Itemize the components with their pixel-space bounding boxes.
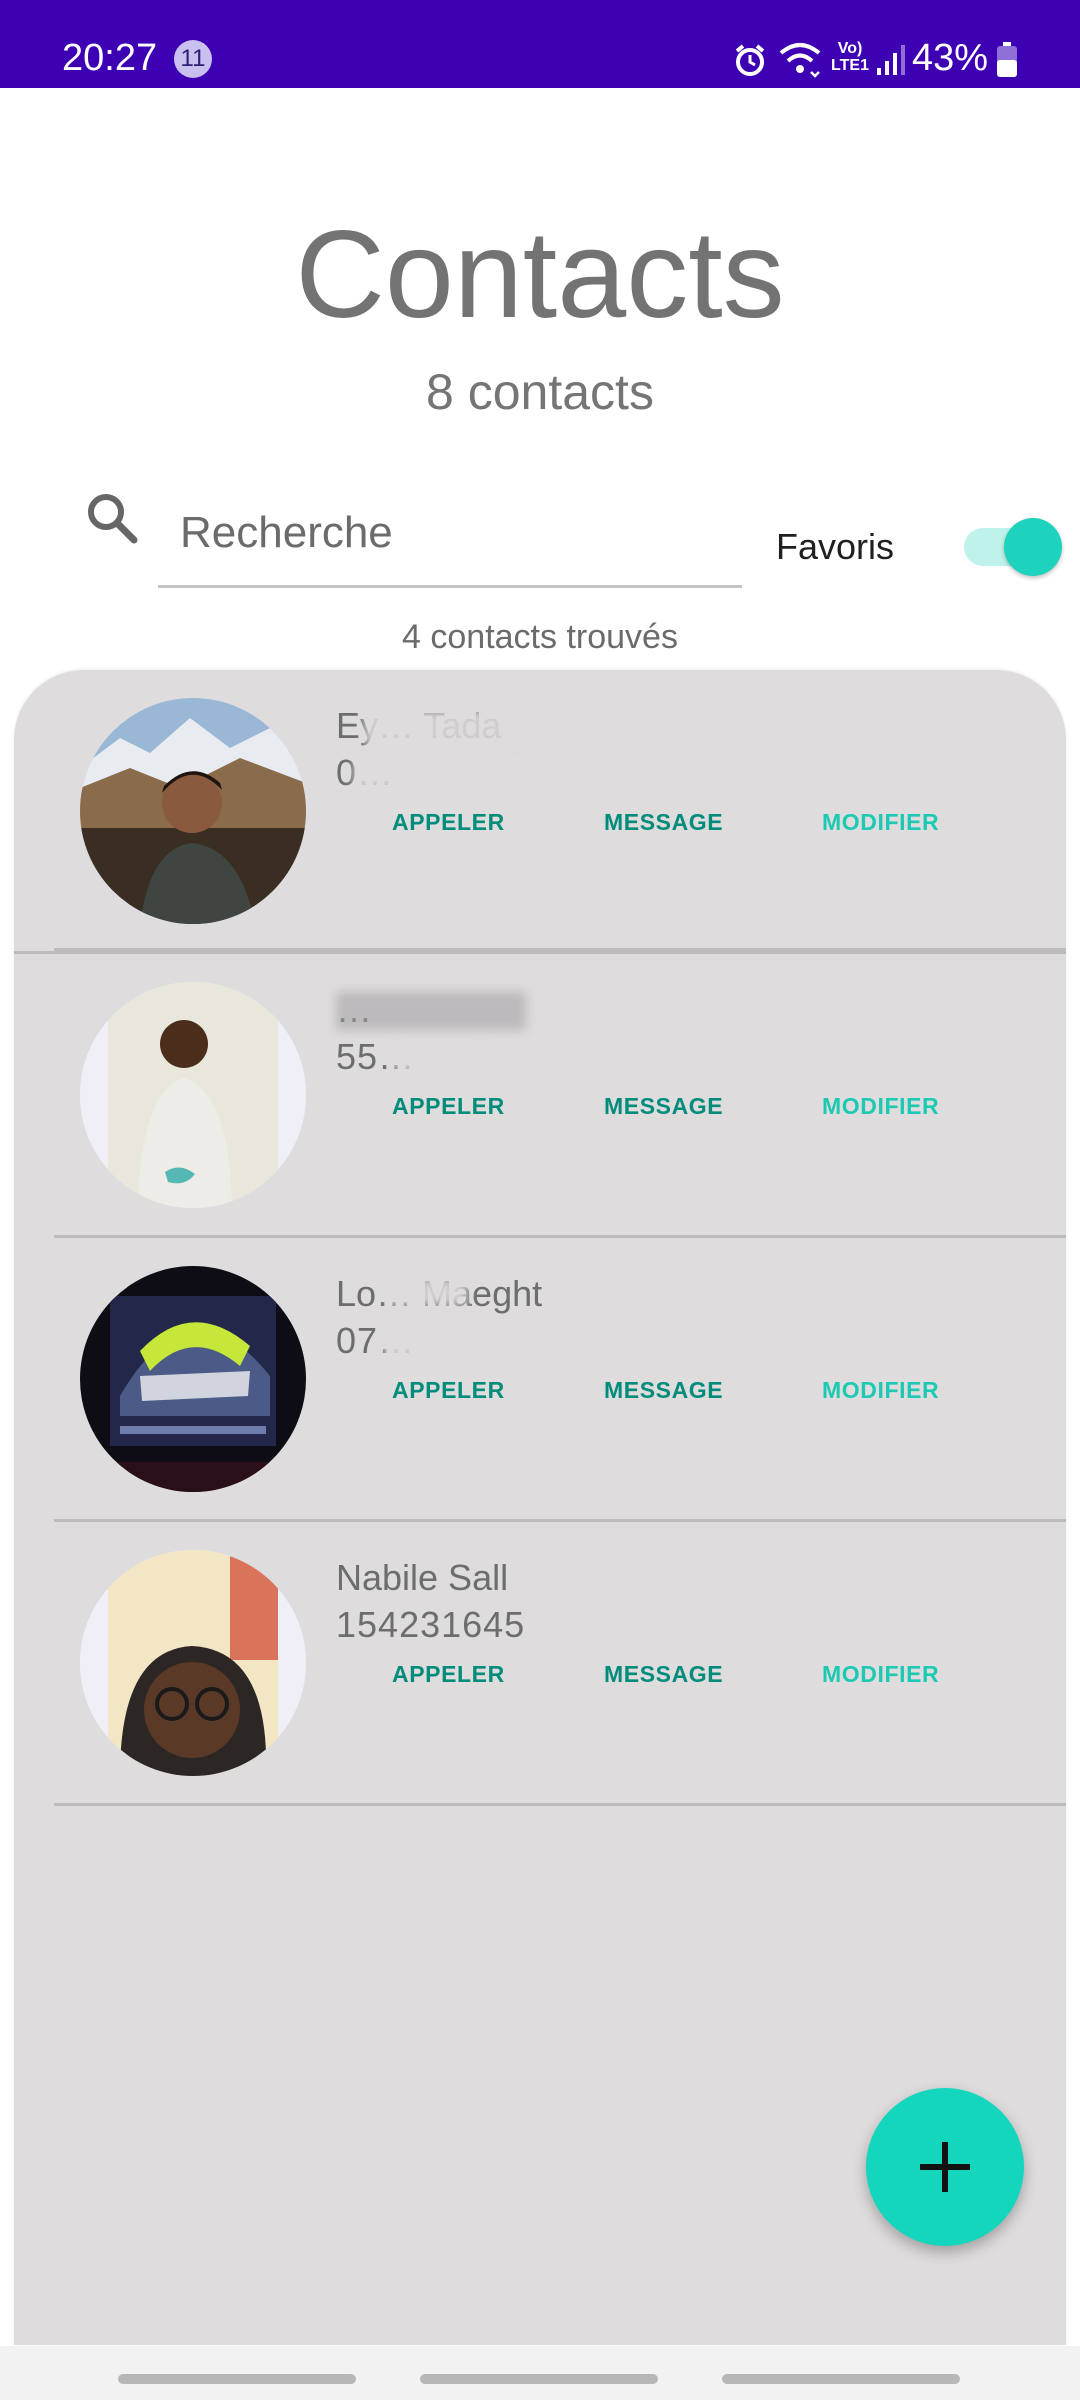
search-icon[interactable] <box>84 490 140 546</box>
contact-count: 8 contacts <box>426 364 654 420</box>
nav-back-handle[interactable] <box>722 2374 960 2384</box>
nav-recents-handle[interactable] <box>118 2374 356 2384</box>
contact-avatar <box>80 982 306 1208</box>
message-button[interactable]: MESSAGE <box>604 1088 723 1124</box>
wifi-icon <box>779 43 821 78</box>
message-button[interactable]: MESSAGE <box>604 1372 723 1408</box>
contact-name: Nabile Sall <box>336 1557 509 1598</box>
volte-icon: Vo) LTE1 <box>831 40 869 74</box>
page-title: Contacts <box>295 206 785 344</box>
contact-row[interactable]: Lo… Maeght 07… APPELER MESSAGE MODIFIER <box>14 1238 1066 1522</box>
contacts-list: Ey… Tada 0… APPELER MESSAGE MODIFIER … 5 <box>14 670 1066 2345</box>
edit-button[interactable]: MODIFIER <box>822 1372 939 1408</box>
contact-row[interactable]: … 55… APPELER MESSAGE MODIFIER <box>14 954 1066 1238</box>
contacts-screen: 20:27 11 Vo) LTE1 43% Contacts 8 contact… <box>0 0 1080 2400</box>
battery-percent: 43% <box>911 37 988 79</box>
battery-icon <box>997 42 1017 77</box>
system-nav-bar <box>0 2346 1080 2400</box>
status-bar: 20:27 11 Vo) LTE1 43% <box>0 0 1080 88</box>
contact-row[interactable]: Nabile Sall 154231645 APPELER MESSAGE MO… <box>14 1522 1066 1806</box>
call-button[interactable]: APPELER <box>392 1088 505 1124</box>
privacy-blur <box>384 1326 534 1360</box>
nav-home-handle[interactable] <box>420 2374 658 2384</box>
add-contact-button[interactable] <box>866 2088 1024 2246</box>
message-button[interactable]: MESSAGE <box>604 1656 723 1692</box>
alarm-icon <box>735 44 765 76</box>
signal-icon <box>877 45 905 75</box>
results-count: 4 contacts trouvés <box>402 618 678 656</box>
status-time: 20:27 <box>62 37 158 79</box>
call-button[interactable]: APPELER <box>392 1656 505 1692</box>
privacy-blur <box>354 758 554 792</box>
plus-icon <box>920 2142 970 2192</box>
message-button[interactable]: MESSAGE <box>604 804 723 840</box>
privacy-blur <box>336 992 526 1030</box>
privacy-blur <box>364 710 514 746</box>
contact-avatar <box>80 1550 306 1776</box>
favorites-toggle[interactable] <box>960 518 1062 576</box>
privacy-blur <box>394 1042 484 1072</box>
call-button[interactable]: APPELER <box>392 804 505 840</box>
row-divider <box>54 948 1066 951</box>
contact-phone: 154231645 <box>336 1604 526 1645</box>
edit-button[interactable]: MODIFIER <box>822 1656 939 1692</box>
favorites-label: Favoris <box>776 526 895 567</box>
search-input[interactable] <box>158 480 742 588</box>
contact-row[interactable]: Ey… Tada 0… APPELER MESSAGE MODIFIER <box>14 670 1066 954</box>
edit-button[interactable]: MODIFIER <box>822 804 939 840</box>
privacy-blur <box>388 1278 468 1306</box>
row-divider <box>54 1803 1066 1806</box>
notification-count-badge: 11 <box>174 40 212 78</box>
contact-avatar <box>80 698 306 924</box>
contact-avatar <box>80 1266 306 1492</box>
call-button[interactable]: APPELER <box>392 1372 505 1408</box>
edit-button[interactable]: MODIFIER <box>822 1088 939 1124</box>
toggle-thumb <box>1004 518 1062 576</box>
